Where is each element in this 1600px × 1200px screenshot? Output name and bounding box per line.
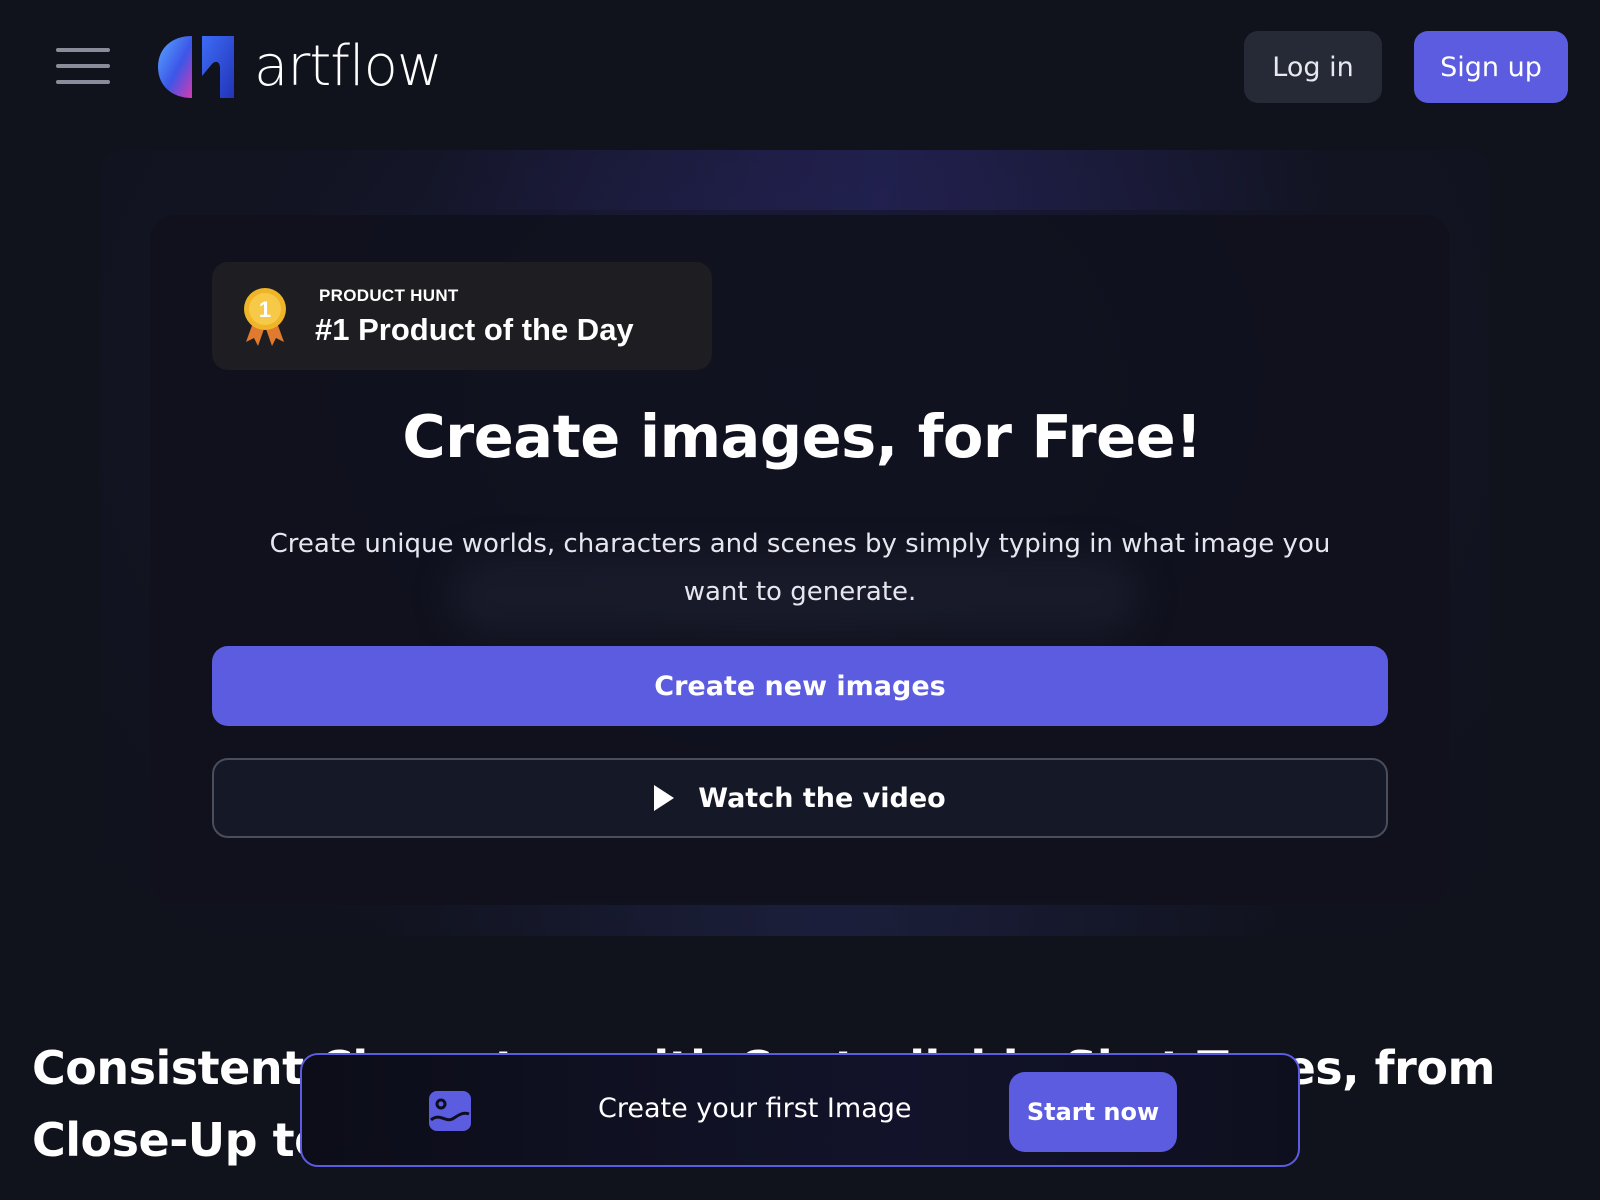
hero-subtitle: Create unique worlds, characters and sce… xyxy=(269,529,1331,607)
login-button[interactable]: Log in xyxy=(1244,31,1382,103)
badge-title: #1 Product of the Day xyxy=(315,312,634,347)
logo-text: artflow xyxy=(254,34,443,99)
logo-icon xyxy=(158,36,234,98)
watch-video-label: Watch the video xyxy=(698,782,946,814)
watch-video-button[interactable]: Watch the video xyxy=(212,758,1388,838)
header: artflow Log in Sign up xyxy=(0,0,1600,140)
hamburger-menu-icon[interactable] xyxy=(56,48,110,86)
create-new-images-button[interactable]: Create new images xyxy=(212,646,1388,726)
image-icon xyxy=(429,1091,471,1131)
play-icon xyxy=(654,785,675,811)
badge-kicker: PRODUCT HUNT xyxy=(319,286,459,305)
bottom-cta-bar: Create your first Image Start now xyxy=(300,1053,1300,1167)
cta-text: Create your first Image xyxy=(598,1093,912,1124)
page: artflow Log in Sign up 1 PRODUCT HUNT #1… xyxy=(0,0,1600,1200)
signup-button[interactable]: Sign up xyxy=(1414,31,1568,103)
logo[interactable]: artflow xyxy=(158,34,443,100)
hero-title: Create images, for Free! xyxy=(402,402,1202,471)
product-hunt-badge[interactable]: 1 PRODUCT HUNT #1 Product of the Day xyxy=(212,262,712,370)
medal-icon: 1 xyxy=(244,288,286,346)
start-now-button[interactable]: Start now xyxy=(1009,1072,1177,1152)
medal-number: 1 xyxy=(259,297,271,322)
